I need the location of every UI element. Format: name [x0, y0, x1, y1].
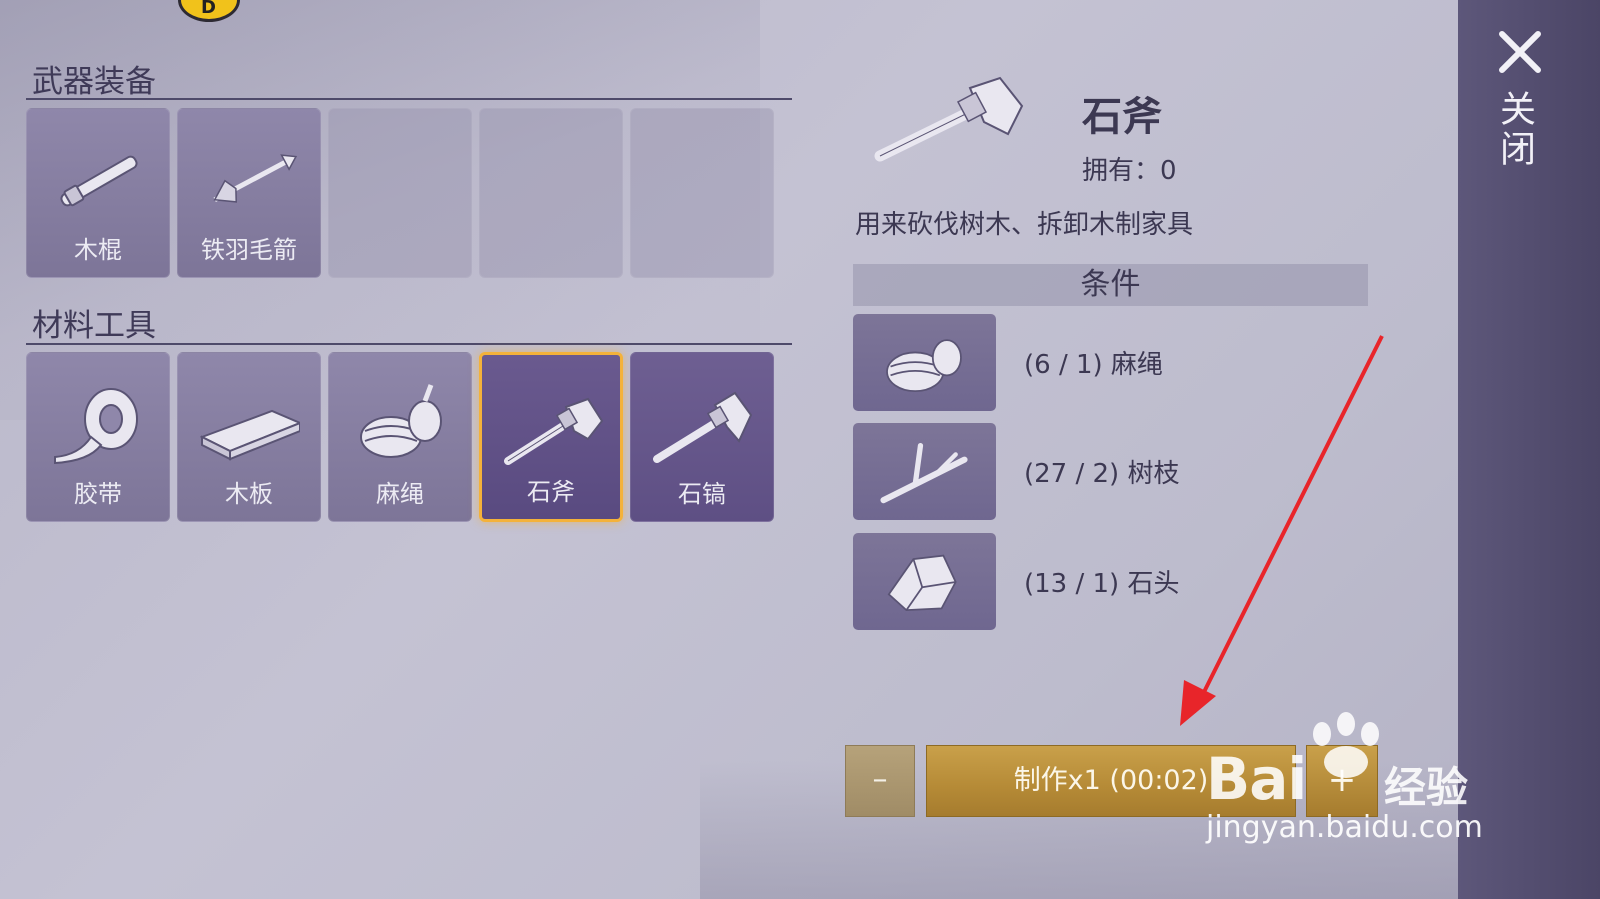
requirement-text: (6 / 1) 麻绳 — [1024, 350, 1163, 380]
material-slot-hemp-rope[interactable]: 麻绳 — [328, 352, 472, 522]
slot-label: 木板 — [225, 480, 273, 508]
conditions-header: 条件 — [853, 264, 1368, 306]
requirement-slot-branch[interactable] — [853, 423, 996, 520]
slot-label: 石斧 — [527, 478, 575, 506]
watermark-url: jingyan.baidu.com — [1206, 810, 1483, 845]
wooden-stick-icon — [60, 155, 138, 207]
weapon-slot-empty[interactable] — [630, 108, 774, 278]
annotation-arrow — [1180, 335, 1384, 726]
material-slot-tape[interactable]: 胶带 — [26, 352, 170, 522]
slot-label: 麻绳 — [376, 480, 424, 508]
slot-label: 木棍 — [74, 236, 122, 264]
weapon-slot-empty[interactable] — [479, 108, 623, 278]
decrease-quantity-button[interactable]: – — [845, 745, 915, 817]
hemp-rope-icon — [360, 384, 442, 458]
slot-label: 石镐 — [678, 480, 726, 508]
watermark-logo: Bai — [1206, 745, 1307, 813]
requirement-text: (27 / 2) 树枝 — [1024, 459, 1180, 489]
branch-icon — [880, 442, 968, 504]
requirement-slot-hemp-rope[interactable] — [853, 314, 996, 411]
slot-label: 铁羽毛箭 — [201, 236, 297, 264]
close-icon[interactable] — [1498, 30, 1542, 74]
requirement-text: (13 / 1) 石头 — [1024, 569, 1180, 599]
stone-icon — [887, 554, 957, 612]
close-label[interactable]: 关闭 — [1494, 90, 1540, 170]
weapon-slot-wooden-stick[interactable]: 木棍 — [26, 108, 170, 278]
section-divider — [26, 98, 792, 100]
stone-axe-icon — [504, 397, 604, 465]
iron-feather-arrow-icon — [213, 154, 298, 203]
weapon-slot-empty[interactable] — [328, 108, 472, 278]
weapons-section-title: 武器装备 — [32, 64, 156, 100]
slot-label: 胶带 — [74, 480, 122, 508]
material-slot-stone-pickaxe[interactable]: 石镐 — [630, 352, 774, 522]
hemp-rope-icon — [886, 339, 962, 393]
item-description: 用来砍伐树木、拆卸木制家具 — [855, 210, 1194, 240]
stone-pickaxe-icon — [653, 391, 753, 463]
materials-section-title: 材料工具 — [32, 308, 156, 344]
wood-plank-icon — [200, 409, 300, 461]
watermark-jingyan: 经验 — [1384, 763, 1469, 812]
material-slot-stone-axe[interactable]: 石斧 — [479, 352, 623, 522]
requirement-slot-stone[interactable] — [853, 533, 996, 630]
material-slot-wood-plank[interactable]: 木板 — [177, 352, 321, 522]
section-divider — [26, 343, 792, 345]
item-owned-count: 拥有：0 — [1082, 156, 1177, 186]
tape-icon — [54, 388, 138, 465]
weapon-slot-iron-feather-arrow[interactable]: 铁羽毛箭 — [177, 108, 321, 278]
stone-axe-detail-icon — [874, 76, 1024, 162]
item-name: 石斧 — [1082, 94, 1162, 140]
baidu-paw-icon — [1313, 712, 1379, 778]
